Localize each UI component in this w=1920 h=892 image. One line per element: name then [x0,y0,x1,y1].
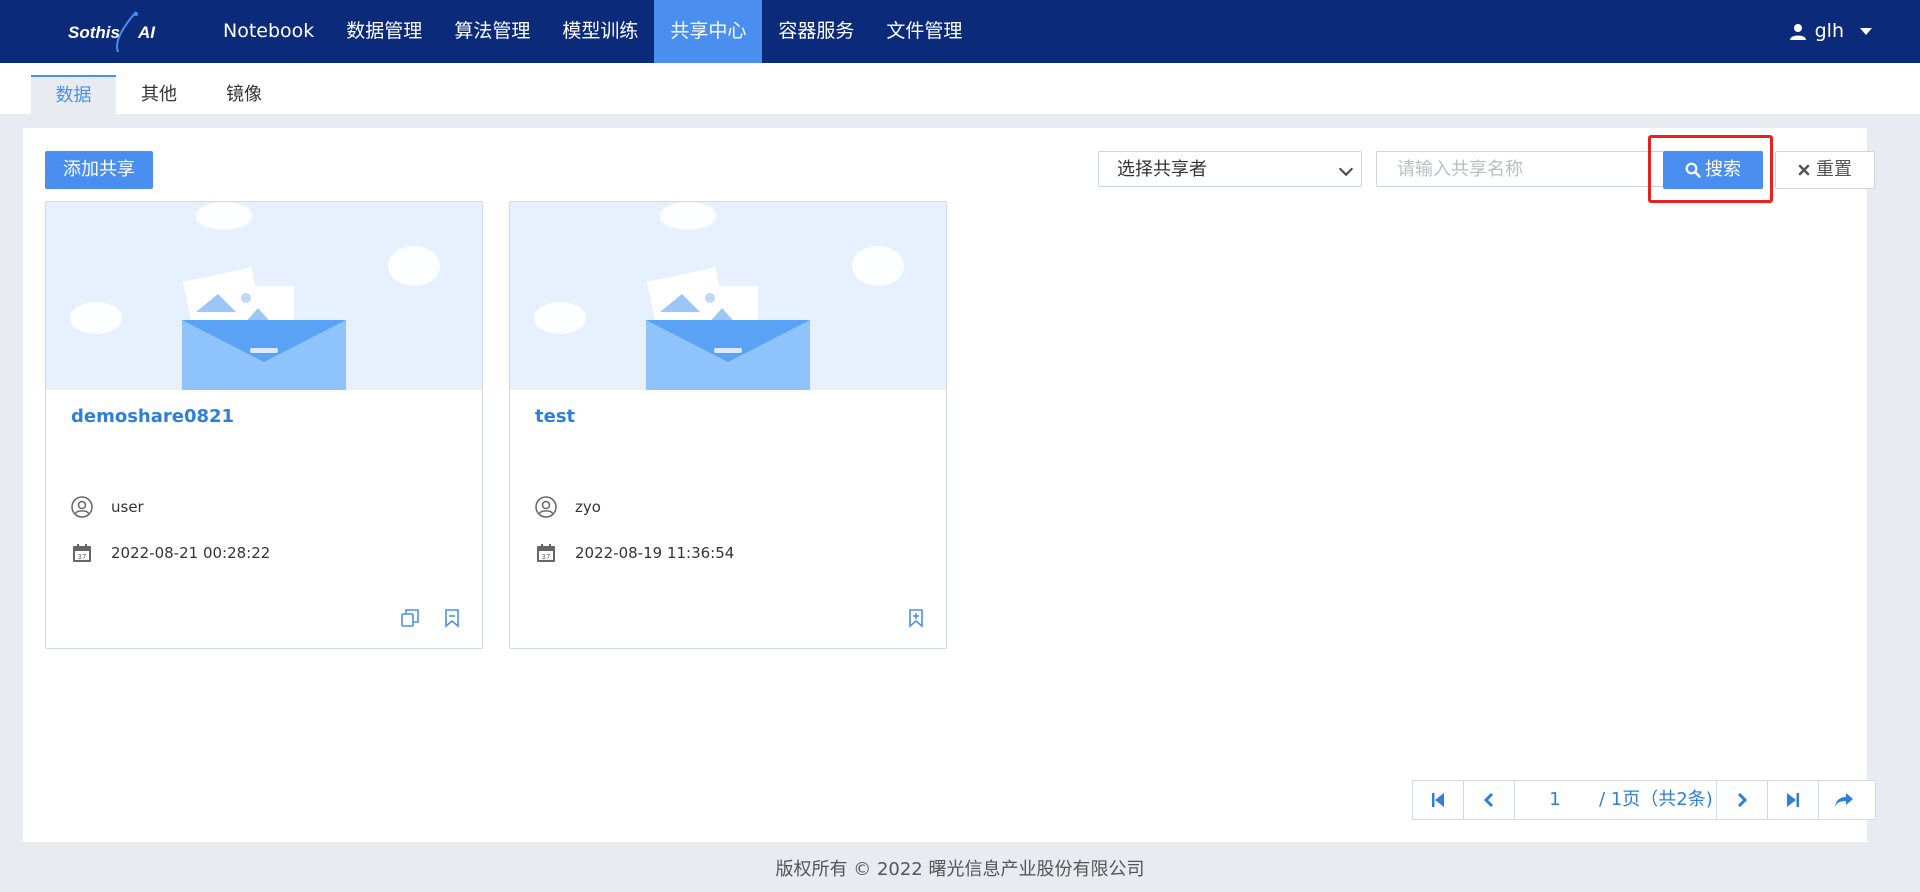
share-arrow-icon [1835,793,1853,807]
sharer-select-value: 选择共享者 [1117,159,1207,180]
last-page-icon [1787,793,1799,807]
share-card[interactable]: demoshare0821 user 37 2022-08-21 00:28:2… [45,201,483,649]
footer-copyright: 版权所有 © 2022 曙光信息产业股份有限公司 [775,859,1145,880]
sothis-ai-logo[interactable]: Sothis AI [62,8,162,56]
share-name-search-input[interactable] [1376,151,1664,187]
share-owner: user [111,498,144,516]
share-name[interactable]: test [535,406,575,427]
user-icon [1789,23,1806,40]
chevron-down-icon [1860,28,1872,35]
card-actions [906,608,926,628]
copy-icon[interactable] [400,608,420,628]
username: glh [1814,20,1844,42]
share-time-row: 37 2022-08-19 11:36:54 [534,541,734,565]
subtab-bar: 数据 其他 镜像 [0,63,1920,114]
page-number-input[interactable] [1515,781,1595,819]
last-page-button[interactable] [1768,781,1819,819]
share-time: 2022-08-19 11:36:54 [575,544,735,562]
nav-item-4[interactable]: 共享中心 [654,0,763,63]
user-menu[interactable]: glh [1789,0,1872,63]
tab-data[interactable]: 数据 [31,75,116,114]
calendar-icon: 37 [537,544,555,562]
card-actions [400,608,462,628]
sharer-select[interactable]: 选择共享者 [1098,151,1362,187]
first-page-button[interactable] [1413,781,1464,819]
main-nav: Notebook 数据管理 算法管理 模型训练 共享中心 容器服务 文件管理 [207,0,978,63]
folder-illustration [46,202,482,390]
svg-text:AI: AI [137,23,156,42]
calendar-icon: 37 [73,544,91,562]
reset-button-label: 重置 [1816,159,1852,180]
folder-illustration [510,202,946,390]
prev-page-button[interactable] [1464,781,1515,819]
svg-text:37: 37 [542,553,551,561]
share-owner-row: zyo [534,495,601,519]
nav-item-5[interactable]: 容器服务 [762,0,870,63]
chevron-down-icon [1338,161,1354,177]
search-button[interactable]: 搜索 [1663,151,1763,189]
nav-item-6[interactable]: 文件管理 [870,0,978,63]
main-panel: 添加共享 选择共享者 搜索 重置 [23,128,1876,842]
share-owner: zyo [575,498,601,516]
jump-page-button[interactable] [1819,781,1869,819]
svg-text:37: 37 [78,553,87,561]
svg-text:Sothis: Sothis [68,23,120,42]
share-owner-row: user [70,495,144,519]
nav-item-3[interactable]: 模型训练 [546,0,654,63]
chevron-right-icon [1737,792,1748,808]
reset-button[interactable]: 重置 [1775,151,1875,189]
pagination: / 1页（共2条) [1412,780,1876,820]
close-icon [1798,164,1810,176]
tab-other[interactable]: 其他 [120,75,198,114]
page-info: / 1页（共2条) [1595,781,1717,819]
share-name[interactable]: demoshare0821 [71,406,234,427]
search-button-label: 搜索 [1705,159,1741,180]
chevron-left-icon [1483,792,1494,808]
bookmark-add-icon[interactable] [906,608,926,628]
share-time-row: 37 2022-08-21 00:28:22 [70,541,270,565]
tab-image[interactable]: 镜像 [205,75,283,114]
add-share-button[interactable]: 添加共享 [45,151,153,189]
share-card[interactable]: test zyo 37 2022-08-19 11:36:54 [509,201,947,649]
first-page-icon [1432,793,1444,807]
logo-swoosh-icon: Sothis AI [68,11,156,53]
share-time: 2022-08-21 00:28:22 [111,544,271,562]
top-navbar: Sothis AI Notebook 数据管理 算法管理 模型训练 共享中心 容器服务 文件… [0,0,1920,63]
nav-item-1[interactable]: 数据管理 [330,0,438,63]
user-circle-icon [535,496,557,518]
nav-item-0[interactable]: Notebook [207,0,330,63]
nav-item-2[interactable]: 算法管理 [438,0,546,63]
next-page-button[interactable] [1717,781,1768,819]
search-icon [1685,162,1701,178]
bookmark-remove-icon[interactable] [442,608,462,628]
user-circle-icon [71,496,93,518]
